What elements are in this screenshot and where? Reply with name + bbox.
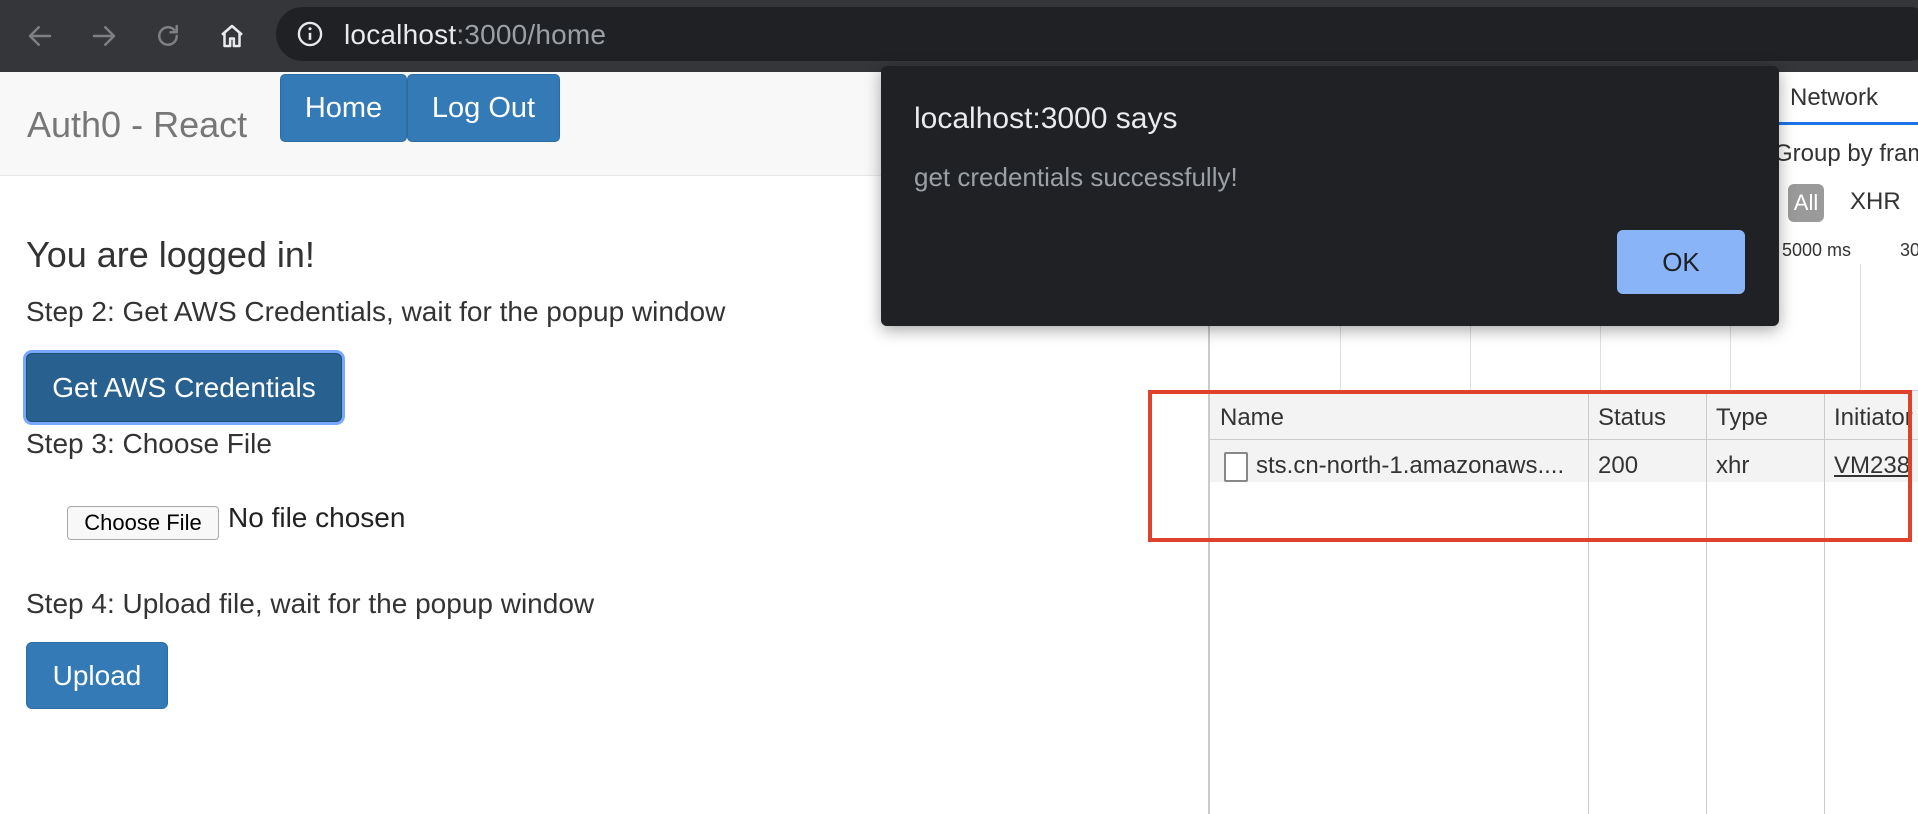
filter-xhr[interactable]: XHR <box>1850 188 1901 216</box>
step3-text: Step 3: Choose File <box>26 428 272 459</box>
reload-icon[interactable] <box>148 16 188 56</box>
filter-all[interactable]: All <box>1788 184 1824 222</box>
dialog-message: get credentials successfully! <box>914 162 1238 192</box>
alert-dialog: localhost:3000 says get credentials succ… <box>881 66 1779 326</box>
info-icon[interactable] <box>296 20 324 48</box>
logout-button[interactable]: Log Out <box>407 74 560 142</box>
page-heading: You are logged in! <box>26 234 315 275</box>
url-text: localhost:3000/home <box>344 19 606 51</box>
highlight-box <box>1148 390 1912 542</box>
ok-button[interactable]: OK <box>1617 230 1745 294</box>
back-icon[interactable] <box>20 16 60 56</box>
tab-network-indicator <box>1776 122 1918 125</box>
choose-file-button[interactable]: Choose File <box>67 506 219 540</box>
timeline-label-5000: 5000 ms <box>1782 240 1852 260</box>
upload-button[interactable]: Upload <box>26 642 168 709</box>
url-path: :3000/home <box>456 19 607 50</box>
home-button[interactable]: Home <box>280 74 407 142</box>
url-host: localhost <box>344 19 457 50</box>
timeline-label-30: 30 <box>1900 240 1918 260</box>
no-file-text: No file chosen <box>228 502 406 533</box>
home-icon[interactable] <box>212 16 252 56</box>
brand-title[interactable]: Auth0 - React <box>27 104 247 146</box>
tab-network[interactable]: Network <box>1790 84 1878 112</box>
step4-text: Step 4: Upload file, wait for the popup … <box>26 588 595 619</box>
group-by-frame-option[interactable]: Group by fram <box>1774 140 1918 168</box>
step2-text: Step 2: Get AWS Credentials, wait for th… <box>26 296 726 327</box>
address-bar[interactable]: localhost:3000/home <box>276 7 1918 61</box>
browser-toolbar: localhost:3000/home <box>0 0 1918 72</box>
forward-icon[interactable] <box>84 16 124 56</box>
get-aws-credentials-button[interactable]: Get AWS Credentials <box>26 353 342 422</box>
dialog-title: localhost:3000 says <box>914 102 1178 135</box>
